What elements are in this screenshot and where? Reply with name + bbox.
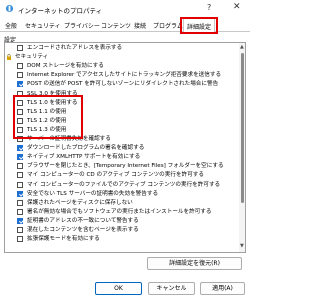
option-label: ダウンロードしたプログラムの署名を確認する xyxy=(27,145,145,152)
option-checkbox[interactable] xyxy=(17,181,23,188)
option-label: マイ コンピューターの CD のアクティブ コンテンツの実行を許可する xyxy=(27,172,204,179)
option-checkbox[interactable] xyxy=(17,227,23,233)
option-checkbox[interactable] xyxy=(17,45,23,51)
settings-option[interactable]: 署名が無効な場合でもソフトウェアの実行またはインストールを許可する xyxy=(5,208,239,216)
option-label: DOM ストレージを有効にする xyxy=(27,63,104,70)
option-checkbox[interactable] xyxy=(17,72,23,79)
settings-option[interactable]: ネイティブ XMLHTTP サポートを有効にする xyxy=(5,153,239,161)
settings-group-header: セキュリティ xyxy=(5,53,239,61)
tab-programs[interactable]: プログラム xyxy=(153,21,183,30)
lock-icon xyxy=(7,54,11,61)
settings-option[interactable]: 安全でない TLS サーバーの証明書の失効を警告する xyxy=(5,190,239,198)
apply-button[interactable]: 適用(A) xyxy=(200,282,245,295)
restore-advanced-settings-button[interactable]: 詳細設定を復元(R) xyxy=(147,257,242,270)
option-label: 安全でない TLS サーバーの証明書の失効を警告する xyxy=(27,190,159,197)
settings-scrollbar[interactable]: ▲ ▼ xyxy=(239,43,245,252)
scroll-up-icon[interactable]: ▲ xyxy=(240,44,244,50)
option-checkbox[interactable] xyxy=(17,208,23,215)
advanced-tab-highlight xyxy=(180,17,218,34)
settings-option[interactable]: 拡張保護モードを有効にする xyxy=(5,235,239,243)
option-checkbox[interactable] xyxy=(17,236,23,243)
internet-options-icon xyxy=(5,4,14,13)
help-icon[interactable]: ? xyxy=(207,3,211,12)
option-checkbox[interactable] xyxy=(17,154,23,161)
option-checkbox[interactable] xyxy=(17,81,23,88)
settings-option[interactable]: マイ コンピューターのファイルでのアクティブ コンテンツの実行を許可する xyxy=(5,181,239,189)
settings-option[interactable]: エンコードされたアドレスを表示する xyxy=(5,44,239,52)
option-label: Internet Explorer でアクセスしたサイトにトラッキング拒否要求を… xyxy=(27,72,222,79)
title-bar: インターネットのプロパティ ? ✕ xyxy=(0,0,250,18)
tab-security[interactable]: セキュリティ xyxy=(25,21,61,30)
option-label: 署名が無効な場合でもソフトウェアの実行またはインストールを許可する xyxy=(27,208,212,215)
settings-list[interactable]: エンコードされたアドレスを表示するセキュリティ DOM ストレージを有効にする In… xyxy=(4,42,246,253)
ok-button[interactable]: OK xyxy=(95,282,142,295)
option-label: 混在したコンテンツを含むページを表示する xyxy=(27,227,139,233)
tab-content[interactable]: コンテンツ xyxy=(101,21,131,30)
cancel-button[interactable]: キャンセル xyxy=(148,282,195,295)
settings-option[interactable]: ダウンロードしたプログラムの署名を確認する xyxy=(5,144,239,152)
option-checkbox[interactable] xyxy=(17,145,23,152)
close-icon[interactable]: ✕ xyxy=(233,2,241,12)
tls-options-highlight xyxy=(13,95,83,139)
settings-option[interactable]: ブラウザーを閉じたとき、[Temporary Internet Files] フ… xyxy=(5,162,239,170)
option-label: 保護されたページをディスクに保存しない xyxy=(27,199,133,206)
option-label: 拡張保護モードを有効にする xyxy=(27,236,100,243)
option-label: セキュリティ xyxy=(15,54,49,61)
tab-connections[interactable]: 接続 xyxy=(134,21,146,30)
option-label: 証明書のアドレスの不一致について警告する xyxy=(27,217,139,224)
settings-option[interactable]: POST の送信が POST を許可しないゾーンにリダイレクトされた場合に警告 xyxy=(5,80,239,88)
option-label: マイ コンピューターのファイルでのアクティブ コンテンツの実行を許可する xyxy=(27,181,221,188)
option-label: エンコードされたアドレスを表示する xyxy=(27,45,123,51)
option-label: ネイティブ XMLHTTP サポートを有効にする xyxy=(27,154,141,161)
settings-option[interactable]: Internet Explorer でアクセスしたサイトにトラッキング拒否要求を… xyxy=(5,71,239,79)
tab-general[interactable]: 全般 xyxy=(5,21,17,30)
option-checkbox[interactable] xyxy=(17,217,23,224)
scroll-thumb[interactable] xyxy=(241,53,244,203)
settings-option[interactable]: DOM ストレージを有効にする xyxy=(5,62,239,70)
option-label: POST の送信が POST を許可しないゾーンにリダイレクトされた場合に警告 xyxy=(27,81,219,88)
window-title: インターネットのプロパティ xyxy=(18,7,103,15)
tab-privacy[interactable]: プライバシー xyxy=(64,21,100,30)
option-checkbox[interactable] xyxy=(17,199,23,206)
settings-option[interactable]: 混在したコンテンツを含むページを表示する xyxy=(5,226,239,234)
settings-option[interactable]: マイ コンピューターの CD のアクティブ コンテンツの実行を許可する xyxy=(5,171,239,179)
option-label: ブラウザーを閉じたとき、[Temporary Internet Files] フ… xyxy=(27,163,224,170)
option-checkbox[interactable] xyxy=(17,172,23,179)
scroll-down-icon[interactable]: ▼ xyxy=(240,243,244,249)
settings-option[interactable]: 証明書のアドレスの不一致について警告する xyxy=(5,217,239,225)
option-checkbox[interactable] xyxy=(17,63,23,70)
option-checkbox[interactable] xyxy=(17,163,23,170)
option-checkbox[interactable] xyxy=(17,190,23,197)
settings-option[interactable]: 保護されたページをディスクに保存しない xyxy=(5,199,239,207)
